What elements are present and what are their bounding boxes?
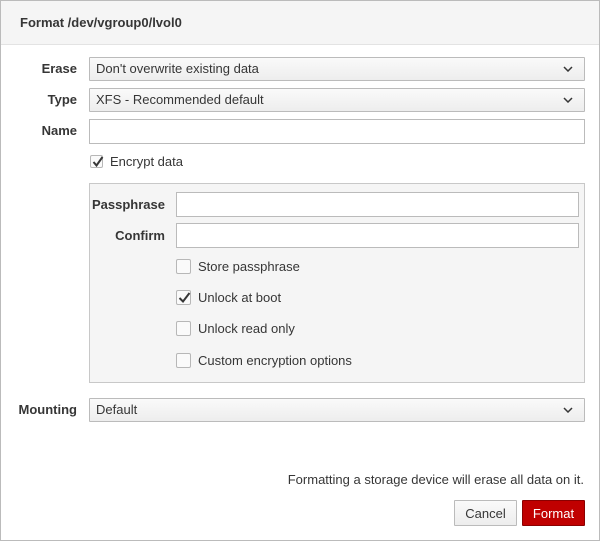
erase-label: Erase [41,61,77,76]
checkbox-unchecked-icon [176,352,191,368]
unlock-at-boot-label: Unlock at boot [198,289,282,305]
confirm-input[interactable] [176,223,579,248]
encrypt-data-checkbox[interactable]: Encrypt data [90,152,183,170]
type-select[interactable]: XFS - Recommended default [89,88,585,112]
chevron-down-icon [562,89,574,111]
checkbox-checked-icon [90,154,104,168]
cancel-button[interactable]: Cancel [454,500,517,526]
dialog-header: Format /dev/vgroup0/lvol0 [1,1,599,45]
mounting-select-value: Default [96,402,138,417]
erase-select-value: Don't overwrite existing data [96,61,259,76]
unlock-read-only-label: Unlock read only [198,320,295,336]
dialog-title: Format /dev/vgroup0/lvol0 [20,15,182,30]
chevron-down-icon [562,399,574,421]
confirm-label: Confirm [115,228,165,243]
name-label: Name [41,123,77,138]
mounting-label: Mounting [18,402,77,417]
erase-select[interactable]: Don't overwrite existing data [89,57,585,81]
checkbox-checked-icon [176,289,191,305]
format-button[interactable]: Format [522,500,585,526]
chevron-down-icon [562,58,574,80]
format-dialog: Format /dev/vgroup0/lvol0 Erase Don't ov… [0,0,600,541]
checkbox-unchecked-icon [176,320,191,336]
unlock-read-only-checkbox[interactable]: Unlock read only [176,319,295,337]
store-passphrase-checkbox[interactable]: Store passphrase [176,257,300,275]
unlock-at-boot-checkbox[interactable]: Unlock at boot [176,288,281,306]
type-select-value: XFS - Recommended default [96,92,264,107]
custom-encryption-options-label: Custom encryption options [198,352,352,368]
custom-encryption-options-checkbox[interactable]: Custom encryption options [176,351,352,369]
type-label: Type [47,92,77,107]
mounting-select[interactable]: Default [89,398,585,422]
encrypt-data-label: Encrypt data [110,153,183,169]
checkbox-unchecked-icon [176,258,191,274]
store-passphrase-label: Store passphrase [198,258,300,274]
name-input[interactable] [89,119,585,144]
format-warning-text: Formatting a storage device will erase a… [287,472,584,487]
passphrase-label: Passphrase [92,197,165,212]
passphrase-input[interactable] [176,192,579,217]
